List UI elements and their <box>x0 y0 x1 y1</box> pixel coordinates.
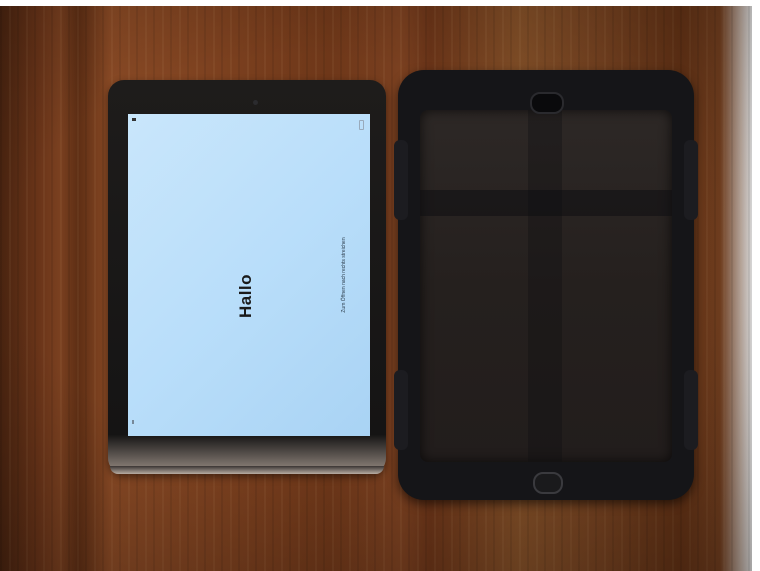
status-marker <box>132 420 134 424</box>
photo: Hallo Zum Öffnen nach rechts streichen <box>0 0 760 571</box>
image-border-top <box>0 0 760 6</box>
ipad-screen[interactable]: Hallo Zum Öffnen nach rechts streichen <box>128 114 370 436</box>
case-bumper <box>394 370 408 450</box>
ipad-device: Hallo Zum Öffnen nach rechts streichen <box>108 80 386 474</box>
battery-icon <box>359 120 364 130</box>
case-strap-vertical <box>528 110 562 462</box>
case-bumper <box>684 370 698 450</box>
greeting-text: Hallo <box>236 273 255 319</box>
camera-cutout <box>530 92 564 114</box>
camera-icon <box>253 100 258 105</box>
signal-icon <box>132 118 136 121</box>
protective-case <box>394 70 698 500</box>
image-border-right <box>752 0 760 571</box>
case-bumper <box>684 140 698 220</box>
port-cutout <box>533 472 563 494</box>
slide-to-unlock-hint[interactable]: Zum Öffnen nach rechts streichen <box>341 225 347 325</box>
case-bumper <box>394 140 408 220</box>
ipad-bottom-edge <box>110 466 384 474</box>
